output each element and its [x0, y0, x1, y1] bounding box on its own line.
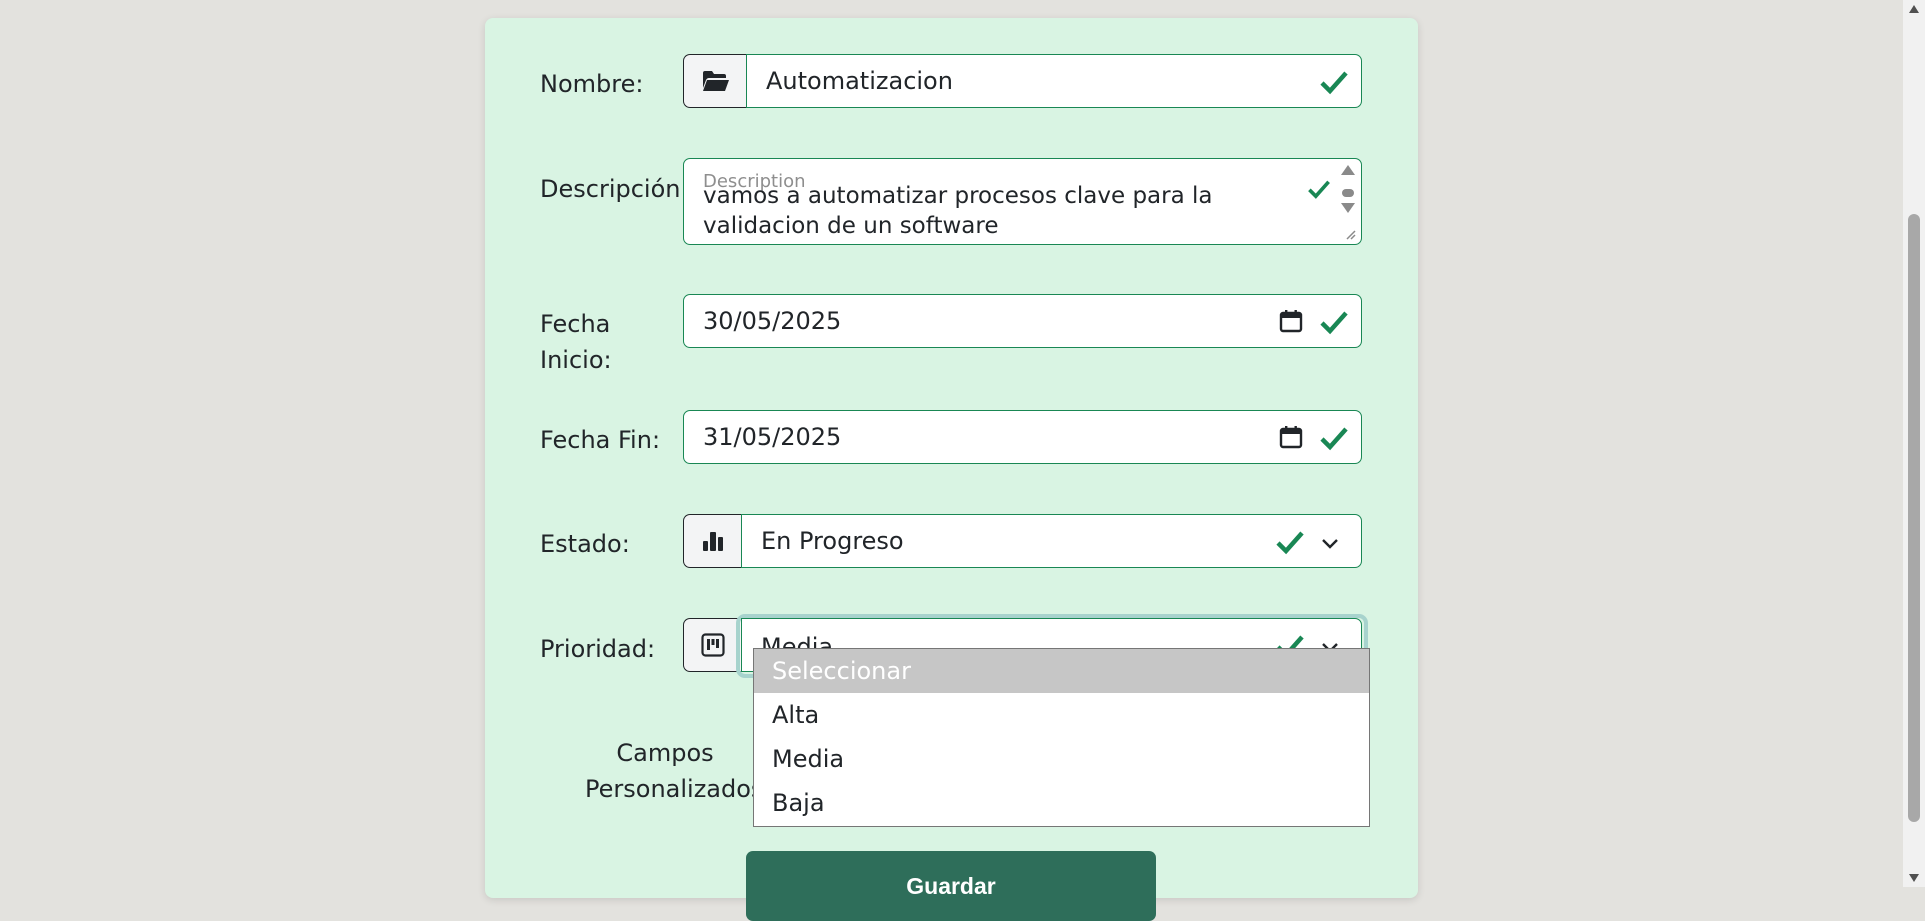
option-seleccionar[interactable]: Seleccionar: [754, 649, 1369, 693]
estado-select[interactable]: En Progreso: [741, 514, 1362, 568]
fecha-fin-input[interactable]: 31/05/2025: [683, 410, 1362, 464]
prioridad-dropdown: Seleccionar Alta Media Baja: [753, 648, 1370, 827]
fecha-inicio-input[interactable]: 30/05/2025: [683, 294, 1362, 348]
folder-open-icon: [702, 71, 729, 91]
fecha-fin-label: Fecha Fin:: [540, 426, 661, 454]
fecha-inicio-label-line2: Inicio:: [540, 346, 612, 374]
textarea-scrollbar[interactable]: [1339, 163, 1357, 241]
nombre-input[interactable]: Automatizacion: [746, 54, 1362, 108]
option-media[interactable]: Media: [754, 737, 1369, 781]
nombre-value: Automatizacion: [766, 67, 953, 95]
valid-check-icon: [1320, 311, 1348, 335]
valid-check-icon: [1320, 71, 1348, 95]
scroll-up-arrow-icon[interactable]: [1908, 4, 1920, 14]
descripcion-textarea[interactable]: vamos a automatizar procesos clave para …: [683, 158, 1362, 245]
estado-addon: [683, 514, 742, 568]
fecha-fin-value: 31/05/2025: [703, 423, 842, 451]
option-baja[interactable]: Baja: [754, 781, 1369, 825]
calendar-icon[interactable]: [1278, 424, 1304, 450]
estado-value: En Progreso: [761, 527, 904, 555]
scrollbar-thumb[interactable]: [1908, 214, 1920, 822]
fecha-inicio-label-line1: Fecha: [540, 310, 611, 338]
nombre-label: Nombre:: [540, 70, 644, 98]
scroll-down-arrow-icon[interactable]: [1908, 873, 1920, 883]
prioridad-label: Prioridad:: [540, 635, 656, 663]
save-button[interactable]: Guardar: [746, 851, 1156, 921]
prioridad-addon: [683, 618, 742, 672]
bar-chart-icon: [703, 532, 723, 551]
chevron-down-icon: [1322, 539, 1338, 549]
kanban-icon: [701, 633, 725, 657]
calendar-icon[interactable]: [1278, 308, 1304, 334]
fecha-inicio-value: 30/05/2025: [703, 307, 842, 335]
campos-label-line2: Personalizados:: [585, 775, 772, 803]
descripcion-label: Descripción:: [540, 175, 689, 203]
descripcion-floating-label: Description: [703, 171, 806, 192]
valid-check-icon: [1320, 427, 1348, 451]
estado-label: Estado:: [540, 530, 630, 558]
option-alta[interactable]: Alta: [754, 693, 1369, 737]
page-scrollbar[interactable]: [1903, 0, 1925, 887]
nombre-addon: [683, 54, 747, 108]
valid-check-icon: [1276, 531, 1304, 555]
valid-check-icon: [1308, 180, 1330, 199]
campos-label-line1: Campos: [616, 739, 714, 767]
